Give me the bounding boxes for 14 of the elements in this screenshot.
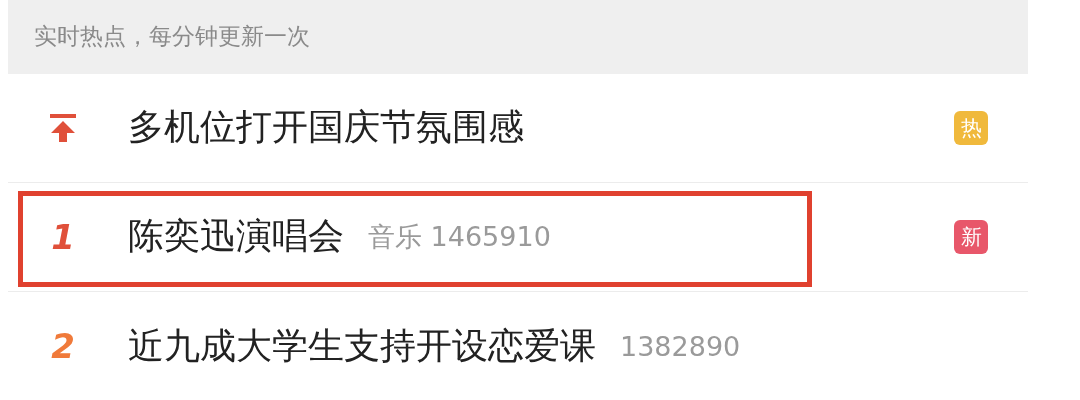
topic-title: 多机位打开国庆节氛围感: [128, 105, 524, 150]
rank-number: 1: [51, 216, 75, 257]
topic-title: 陈奕迅演唱会: [128, 214, 344, 259]
pin-top-icon: [49, 112, 77, 143]
hot-topic-row[interactable]: 1 陈奕迅演唱会 音乐 1465910 新: [8, 182, 1028, 292]
rank-number: 2: [51, 326, 75, 366]
topic-badge: 热: [954, 110, 988, 145]
topic-meta: 1382890: [620, 330, 741, 362]
topic-meta: 音乐 1465910: [368, 219, 551, 254]
topic-badge: 新: [954, 219, 988, 254]
hot-topic-row[interactable]: 2 近九成大学生支持开设恋爱课 1382890: [8, 292, 1028, 400]
topic-title: 近九成大学生支持开设恋爱课: [128, 323, 596, 368]
header-text: 实时热点，每分钟更新一次: [34, 22, 310, 52]
hot-topic-row[interactable]: 多机位打开国庆节氛围感 热: [8, 73, 1028, 183]
